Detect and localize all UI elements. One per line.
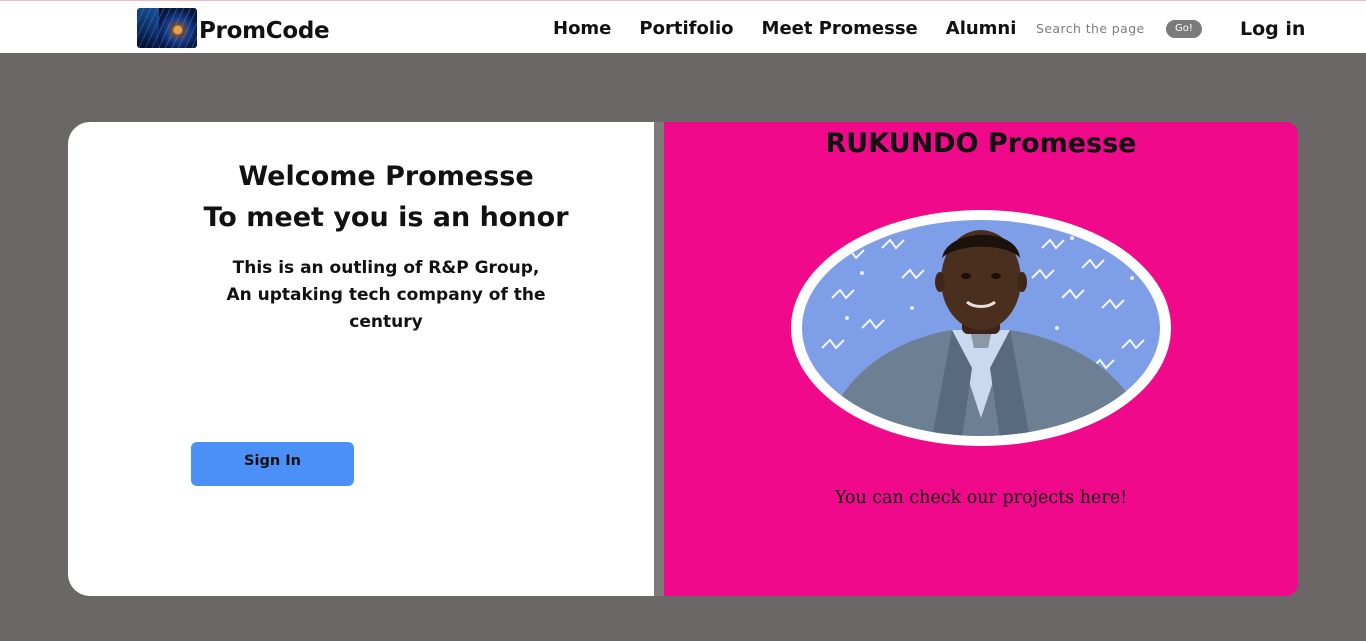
profile-photo-frame [791,210,1171,446]
subtitle-line-3: century [349,312,423,332]
projects-link-text[interactable]: You can check our projects here! [664,488,1298,508]
brand-logo [137,8,197,48]
top-navbar: PromCode Home Portifolio Meet Promesse A… [0,0,1366,53]
welcome-line-1: Welcome Promesse [238,161,534,192]
welcome-panel: Welcome Promesse To meet you is an honor… [68,122,654,596]
login-link[interactable]: Log in [1240,18,1305,40]
main-nav: Home Portifolio Meet Promesse Alumni [553,18,1044,39]
profile-photo [802,220,1160,436]
welcome-line-2: To meet you is an honor [203,202,569,233]
panel-divider [654,122,664,596]
profile-panel: RUKUNDO Promesse You can check our proje… [664,122,1298,596]
subtitle-line-2: An uptaking tech company of the [226,285,546,305]
brand-name: PromCode [199,18,330,44]
subtitle-line-1: This is an outling of R&P Group, [232,258,540,278]
welcome-subtitle: This is an outling of R&P Group, An upta… [218,255,554,336]
nav-alumni[interactable]: Alumni [946,18,1017,39]
nav-portfolio[interactable]: Portifolio [639,18,733,39]
nav-meet-promesse[interactable]: Meet Promesse [762,18,918,39]
sign-in-button[interactable]: Sign In [191,442,354,486]
search-go-button[interactable]: Go! [1166,20,1202,38]
nav-home[interactable]: Home [553,18,611,39]
search-input[interactable] [1036,18,1156,38]
welcome-heading: Welcome Promesse To meet you is an honor [68,156,704,238]
brand[interactable]: PromCode [137,8,330,48]
profile-name: RUKUNDO Promesse [825,128,1137,159]
